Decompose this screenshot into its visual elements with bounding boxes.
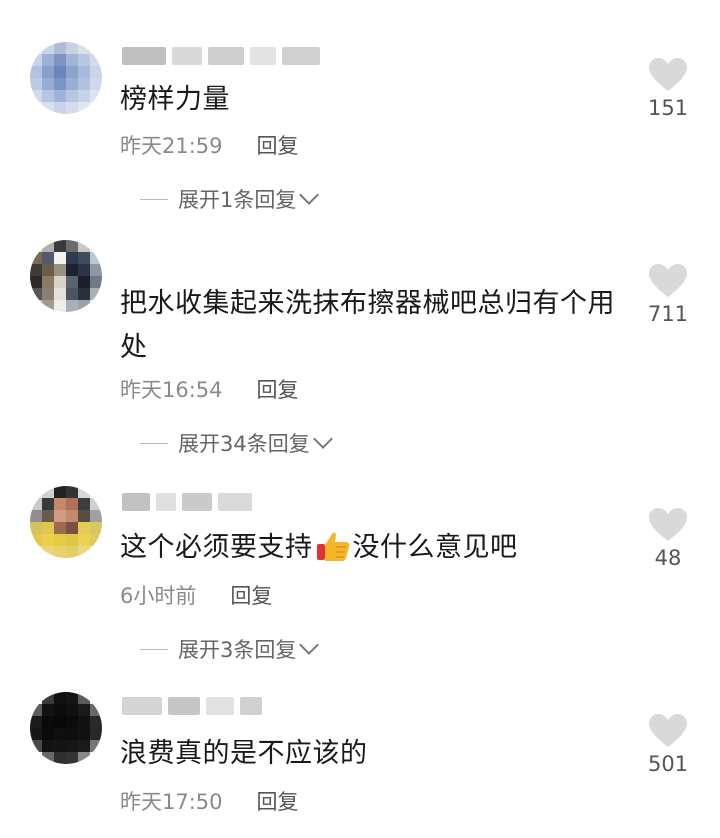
divider bbox=[140, 442, 168, 444]
like-button[interactable]: 711 bbox=[644, 264, 692, 326]
like-button[interactable]: 501 bbox=[644, 714, 692, 776]
expand-replies-label: 展开3条回复 bbox=[178, 638, 297, 662]
like-button[interactable]: 48 bbox=[644, 508, 692, 570]
comment-text: 浪费真的是不应该的 bbox=[120, 738, 368, 769]
chevron-down-icon bbox=[299, 635, 320, 655]
heart-icon[interactable] bbox=[649, 58, 687, 92]
avatar[interactable] bbox=[30, 240, 102, 312]
like-count: 151 bbox=[647, 96, 689, 120]
like-count: 711 bbox=[647, 302, 689, 326]
expand-replies-button[interactable]: 展开1条回复 bbox=[140, 184, 320, 214]
expand-replies-label: 展开34条回复 bbox=[178, 432, 310, 456]
reply-button[interactable]: 回复 bbox=[230, 580, 272, 610]
heart-icon[interactable] bbox=[649, 264, 687, 298]
expand-replies-label: 展开1条回复 bbox=[178, 188, 297, 212]
avatar[interactable] bbox=[30, 486, 102, 558]
like-count: 501 bbox=[647, 752, 689, 776]
comment-time: 6小时前 bbox=[120, 584, 197, 608]
chevron-down-icon bbox=[312, 429, 333, 449]
username-redacted[interactable] bbox=[122, 694, 262, 718]
avatar[interactable] bbox=[30, 692, 102, 764]
comment-meta: 6小时前 回复 bbox=[120, 580, 272, 610]
comment-meta: 昨天17:50 回复 bbox=[120, 786, 299, 816]
comment-text-part: 这个必须要支持 bbox=[120, 532, 313, 563]
thumbs-up-emoji bbox=[315, 530, 351, 576]
comment-text: 这个必须要支持 没什么意见吧 bbox=[120, 526, 620, 576]
expand-replies-button[interactable]: 展开34条回复 bbox=[140, 428, 333, 458]
comment-time: 昨天17:50 bbox=[120, 790, 223, 814]
heart-icon[interactable] bbox=[649, 714, 687, 748]
reply-button[interactable]: 回复 bbox=[257, 786, 299, 816]
username-redacted[interactable] bbox=[122, 490, 252, 514]
divider bbox=[140, 648, 168, 650]
chevron-down-icon bbox=[299, 185, 320, 205]
divider bbox=[140, 198, 168, 200]
like-button[interactable]: 151 bbox=[644, 58, 692, 120]
comment-meta: 昨天16:54 回复 bbox=[120, 374, 299, 404]
like-count: 48 bbox=[654, 546, 682, 570]
comment-text: 把水收集起来洗抹布擦器械吧总归有个用处 bbox=[120, 288, 615, 363]
heart-icon[interactable] bbox=[649, 508, 687, 542]
comment-text-part: 没什么意见吧 bbox=[352, 532, 518, 563]
avatar[interactable] bbox=[30, 42, 102, 114]
comment-time: 昨天21:59 bbox=[120, 134, 223, 158]
username-redacted[interactable] bbox=[122, 44, 320, 68]
reply-button[interactable]: 回复 bbox=[257, 374, 299, 404]
expand-replies-button[interactable]: 展开3条回复 bbox=[140, 634, 320, 664]
reply-button[interactable]: 回复 bbox=[257, 130, 299, 160]
comment-meta: 昨天21:59 回复 bbox=[120, 130, 299, 160]
comment-text: 榜样力量 bbox=[120, 84, 230, 115]
comment-time: 昨天16:54 bbox=[120, 378, 223, 402]
